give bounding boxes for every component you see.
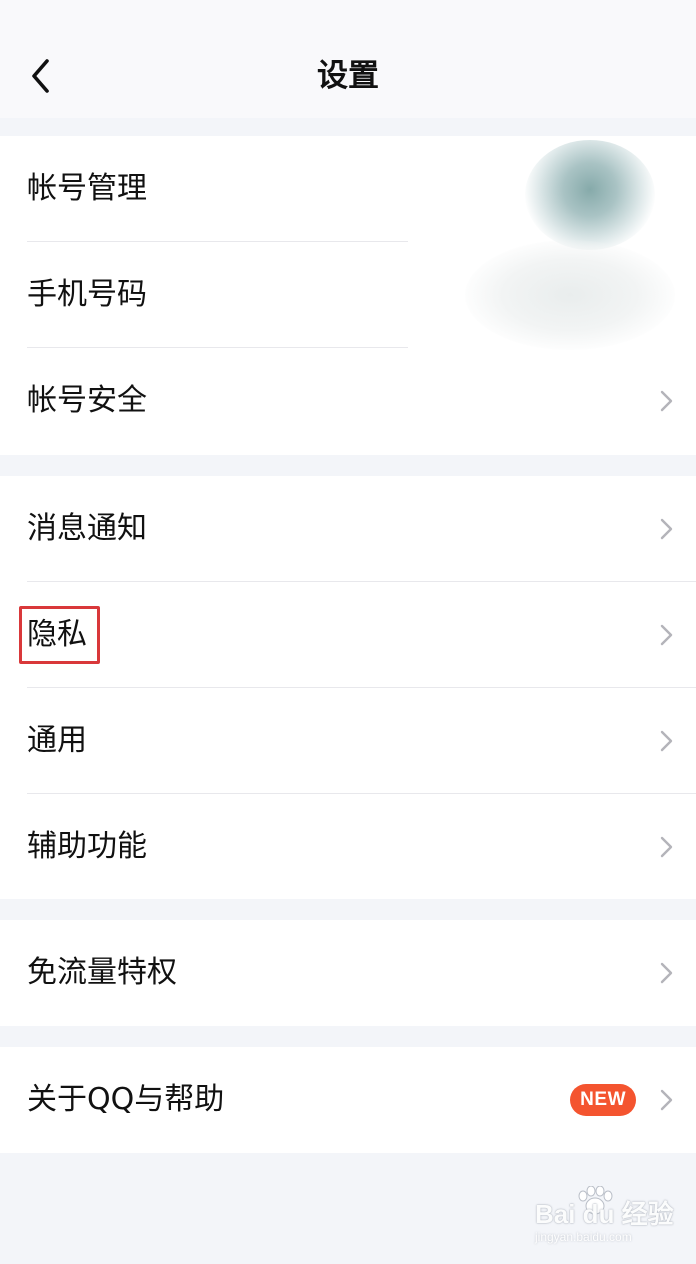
about-group: 关于QQ与帮助 NEW [0, 1047, 696, 1153]
blurred-avatar [525, 140, 655, 250]
settings-item-about-help[interactable]: 关于QQ与帮助 NEW [0, 1047, 696, 1153]
settings-item-label: 免流量特权 [27, 955, 177, 990]
page-title: 设置 [317, 58, 379, 94]
watermark-brand: Bai du 经验 [535, 1199, 674, 1229]
general-group: 消息通知 隐私 通用 辅助功能 [0, 476, 696, 899]
settings-item-label: 帐号管理 [27, 171, 147, 206]
settings-item-label: 辅助功能 [27, 829, 147, 864]
chevron-right-icon [660, 836, 673, 858]
settings-item-label: 帐号安全 [27, 383, 147, 418]
chevron-right-icon [660, 624, 673, 646]
settings-item-label: 消息通知 [27, 511, 147, 546]
watermark-url: jingyan.baidu.com [535, 1230, 632, 1244]
chevron-right-icon [660, 518, 673, 540]
nav-bar: 设置 [0, 0, 696, 118]
data-plan-group: 免流量特权 [0, 920, 696, 1026]
settings-item-free-data[interactable]: 免流量特权 [0, 920, 696, 1026]
chevron-right-icon [660, 390, 673, 412]
settings-item-label: 关于QQ与帮助 [27, 1082, 225, 1117]
new-badge: NEW [570, 1084, 636, 1116]
settings-screen: 设置 帐号管理 手机号码 帐号安全 消息通知 隐私 通用 辅助功能 免流量特权 … [0, 0, 696, 1264]
settings-item-label: 隐私 [27, 617, 87, 652]
settings-item-notifications[interactable]: 消息通知 [0, 476, 696, 582]
settings-item-label: 手机号码 [27, 277, 147, 312]
blurred-account-detail [465, 240, 675, 350]
chevron-right-icon [660, 1089, 673, 1111]
settings-item-general[interactable]: 通用 [0, 688, 696, 794]
chevron-right-icon [660, 730, 673, 752]
chevron-right-icon [660, 962, 673, 984]
settings-item-label: 通用 [27, 723, 87, 758]
settings-item-accessibility[interactable]: 辅助功能 [0, 794, 696, 900]
settings-item-privacy[interactable]: 隐私 [0, 582, 696, 688]
baidu-jingyan-watermark: Bai du 经验 jingyan.baidu.com [535, 1186, 685, 1252]
